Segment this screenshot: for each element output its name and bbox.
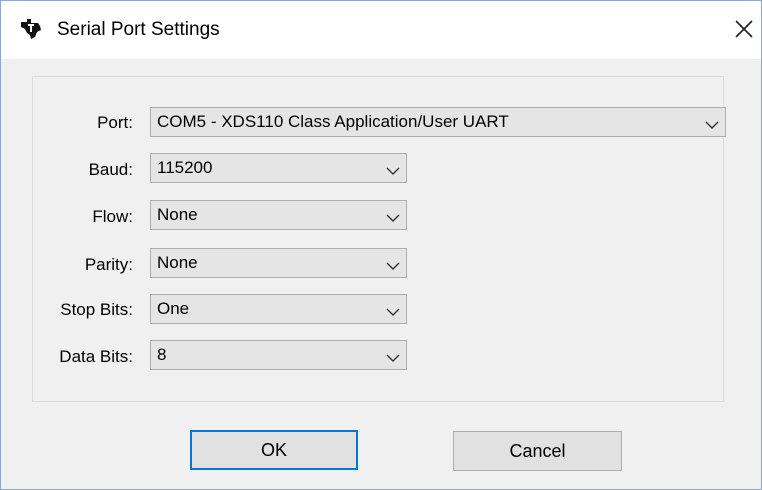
- port-value: COM5 - XDS110 Class Application/User UAR…: [157, 112, 509, 131]
- stop-bits-label: Stop Bits:: [60, 300, 133, 319]
- parity-select[interactable]: None: [150, 248, 407, 278]
- port-label: Port:: [97, 113, 133, 132]
- parity-label: Parity:: [84, 255, 133, 274]
- dialog-title: Serial Port Settings: [57, 19, 220, 40]
- data-bits-select[interactable]: 8: [150, 340, 407, 370]
- chevron-down-icon: [386, 350, 400, 362]
- chevron-down-icon: [386, 304, 400, 316]
- stop-bits-value: One: [157, 299, 190, 318]
- ok-button[interactable]: OK: [190, 430, 358, 470]
- title-bar[interactable]: Serial Port Settings: [1, 1, 761, 59]
- flow-value: None: [157, 205, 198, 224]
- flow-select[interactable]: None: [150, 200, 407, 230]
- baud-value: 115200: [157, 158, 213, 177]
- cancel-button[interactable]: Cancel: [453, 431, 622, 471]
- close-icon: [727, 11, 761, 45]
- serial-port-settings-dialog: Serial Port Settings Port: COM5 - XDS110…: [0, 0, 762, 490]
- data-bits-label: Data Bits:: [59, 347, 133, 366]
- close-button[interactable]: [727, 11, 761, 45]
- flow-label: Flow:: [92, 207, 133, 226]
- data-bits-value: 8: [157, 345, 167, 364]
- port-select[interactable]: COM5 - XDS110 Class Application/User UAR…: [150, 107, 726, 137]
- chevron-down-icon: [386, 210, 400, 222]
- chevron-down-icon: [705, 117, 719, 129]
- baud-select[interactable]: 115200: [150, 153, 407, 183]
- ti-logo-icon: [19, 18, 43, 40]
- baud-label: Baud:: [88, 160, 133, 179]
- chevron-down-icon: [386, 258, 400, 270]
- parity-value: None: [157, 253, 198, 272]
- chevron-down-icon: [386, 163, 400, 175]
- stop-bits-select[interactable]: One: [150, 294, 407, 324]
